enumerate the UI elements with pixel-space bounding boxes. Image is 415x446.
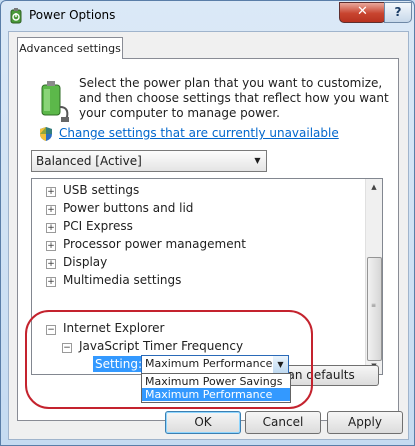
- tree-item-label: USB settings: [63, 183, 140, 197]
- title-bar[interactable]: Power Options ✕ ?: [1, 1, 414, 31]
- setting-label: Setting:: [93, 356, 143, 372]
- uac-shield-icon: [40, 127, 52, 141]
- settings-tree[interactable]: + USB settings + Power buttons and lid +…: [31, 178, 383, 375]
- power-options-window: Power Options ✕ ? Advanced settings Sele…: [0, 0, 415, 446]
- power-options-icon: [10, 8, 22, 24]
- tree-item-label: PCI Express: [63, 219, 133, 233]
- dropdown-arrow-icon[interactable]: ▼: [273, 356, 288, 373]
- expand-icon[interactable]: +: [46, 259, 56, 269]
- apply-button[interactable]: Apply: [327, 411, 403, 434]
- tree-item-label: Multimedia settings: [63, 273, 182, 287]
- option-max-performance[interactable]: Maximum Performance: [142, 388, 290, 401]
- battery-plug-icon: [41, 81, 69, 122]
- setting-value-dropdown[interactable]: Maximum Performance ▼: [141, 355, 289, 374]
- setting-options-list[interactable]: Maximum Power Savings Maximum Performanc…: [141, 373, 291, 403]
- option-max-power-savings[interactable]: Maximum Power Savings: [142, 375, 290, 388]
- help-button[interactable]: ?: [384, 2, 412, 23]
- expand-icon[interactable]: +: [46, 241, 56, 251]
- tree-item-label: Internet Explorer: [63, 321, 165, 335]
- tree-item-label: JavaScript Timer Frequency: [79, 339, 244, 353]
- intro-text: Select the power plan that you want to c…: [79, 76, 389, 120]
- ok-button[interactable]: OK: [165, 411, 241, 434]
- close-button[interactable]: ✕: [339, 2, 386, 23]
- power-plan-dropdown[interactable]: Balanced [Active] ▼: [31, 150, 267, 172]
- expand-icon[interactable]: +: [46, 277, 56, 287]
- tree-item-label: Display: [63, 255, 108, 269]
- tree-scrollbar[interactable]: ▲ ≡ ▼: [365, 179, 382, 374]
- expand-icon[interactable]: +: [46, 187, 56, 197]
- collapse-icon[interactable]: −: [62, 343, 72, 353]
- scroll-up-arrow-icon[interactable]: ▲: [366, 179, 382, 195]
- change-settings-link[interactable]: Change settings that are currently unava…: [59, 126, 339, 140]
- grip-icon: ≡: [371, 302, 377, 309]
- scroll-thumb[interactable]: ≡: [367, 257, 382, 361]
- dropdown-arrow-icon: ▼: [254, 156, 261, 165]
- tab-advanced-settings[interactable]: Advanced settings: [17, 37, 123, 59]
- help-icon: ?: [394, 5, 402, 19]
- expand-icon[interactable]: +: [46, 223, 56, 233]
- collapse-icon[interactable]: −: [46, 325, 56, 335]
- close-icon: ✕: [357, 4, 368, 19]
- dialog-client-area: Advanced settings Select the power plan …: [8, 31, 409, 440]
- power-plan-value: Balanced [Active]: [36, 154, 142, 168]
- tree-item-label: Power buttons and lid: [63, 201, 194, 215]
- expand-icon[interactable]: +: [46, 205, 56, 215]
- tree-item-label: Processor power management: [63, 237, 246, 251]
- window-title: Power Options: [29, 8, 116, 22]
- cancel-button[interactable]: Cancel: [245, 411, 321, 434]
- setting-selected-value: Maximum Performance: [145, 357, 273, 370]
